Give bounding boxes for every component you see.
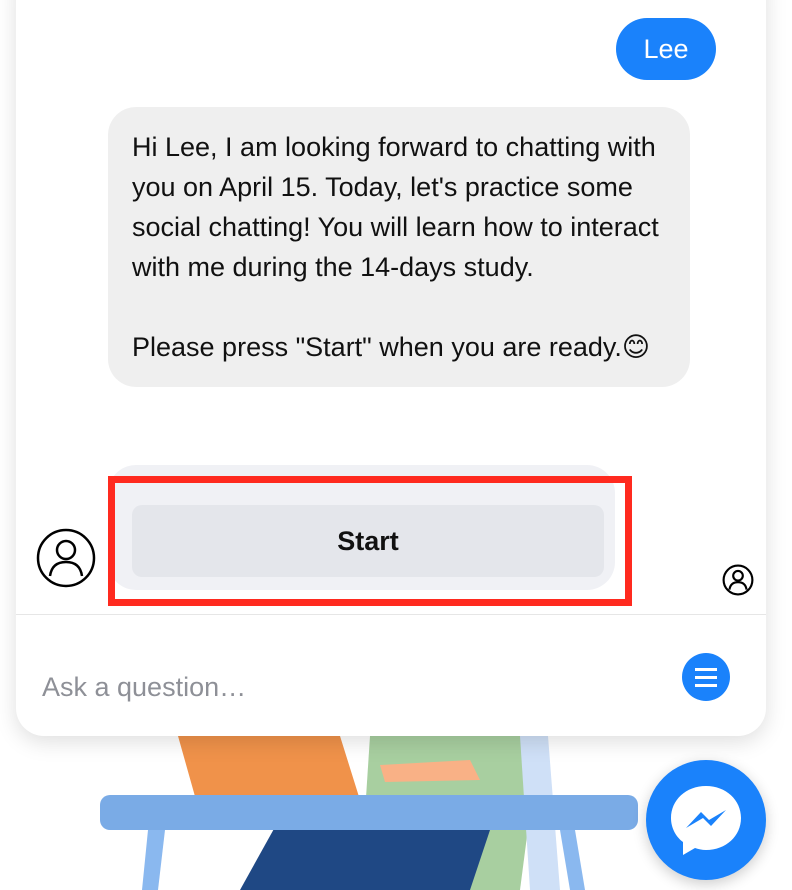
messenger-icon: [671, 786, 741, 855]
divider: [16, 614, 766, 615]
user-message-bubble: Lee: [616, 18, 716, 80]
hamburger-menu-icon[interactable]: [682, 653, 730, 701]
start-button[interactable]: Start: [132, 505, 604, 577]
user-avatar-icon: [722, 564, 754, 596]
messenger-launcher-button[interactable]: [646, 760, 766, 880]
ask-question-input[interactable]: [40, 660, 644, 714]
bot-avatar-icon: [36, 528, 96, 588]
bot-message-bubble: Hi Lee, I am looking forward to chatting…: [108, 107, 690, 387]
